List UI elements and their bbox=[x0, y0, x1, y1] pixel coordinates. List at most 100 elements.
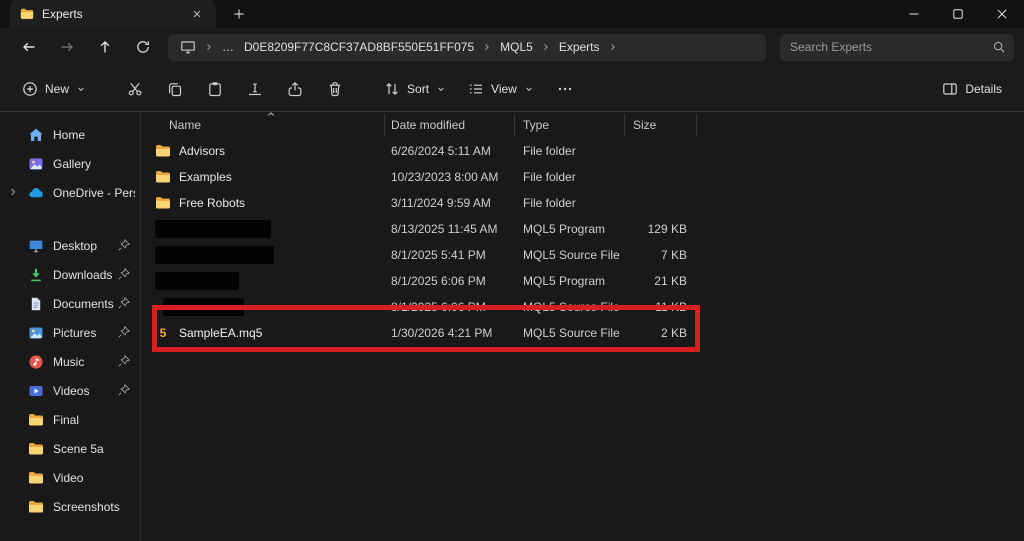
sidebar-item-video[interactable]: Video bbox=[0, 463, 140, 492]
file-type: MQL5 Source File bbox=[523, 248, 620, 262]
sidebar-item-pictures[interactable]: Pictures bbox=[0, 318, 140, 347]
new-button[interactable]: New bbox=[12, 73, 96, 105]
share-button[interactable] bbox=[276, 73, 314, 105]
search-box[interactable] bbox=[780, 33, 1014, 61]
chevron-right-icon[interactable] bbox=[539, 41, 553, 53]
chevron-down-icon bbox=[436, 84, 446, 94]
folder-icon bbox=[28, 499, 44, 515]
file-type: MQL5 Program bbox=[523, 222, 606, 236]
up-button[interactable] bbox=[86, 32, 124, 62]
column-header-label: Type bbox=[523, 118, 550, 132]
details-button-label: Details bbox=[965, 81, 1002, 96]
column-header-label: Name bbox=[169, 118, 202, 132]
file-row-redacted[interactable]: 8/13/2025 11:45 AM MQL5 Program 129 KB bbox=[153, 216, 1024, 242]
breadcrumb-this-pc[interactable] bbox=[176, 36, 200, 59]
breadcrumb-ellipsis[interactable]: … bbox=[218, 36, 238, 59]
breadcrumb-experts[interactable]: Experts bbox=[555, 36, 604, 59]
folder-icon bbox=[155, 169, 171, 185]
search-icon[interactable] bbox=[992, 40, 1006, 54]
file-type: File folder bbox=[523, 144, 576, 158]
file-date: 8/1/2025 6:06 PM bbox=[391, 274, 486, 288]
file-row-advisors[interactable]: Advisors 6/26/2024 5:11 AM File folder bbox=[153, 138, 1024, 164]
file-size: 2 KB bbox=[660, 326, 687, 340]
redaction-bar bbox=[155, 246, 274, 264]
pin-icon bbox=[117, 383, 131, 397]
sidebar-item-label: Video bbox=[53, 470, 84, 485]
sort-button[interactable]: Sort bbox=[374, 73, 456, 105]
pin-icon bbox=[117, 296, 131, 310]
details-button[interactable]: Details bbox=[932, 73, 1012, 105]
column-header-type[interactable]: Type bbox=[515, 114, 625, 136]
file-size: 7 KB bbox=[660, 248, 687, 262]
sidebar-item-label: Documents bbox=[53, 296, 114, 311]
folder-icon bbox=[28, 441, 44, 457]
file-row-redacted[interactable]: 8/1/2025 6:06 PM MQL5 Program 21 KB bbox=[153, 268, 1024, 294]
tab-experts[interactable]: Experts bbox=[10, 0, 216, 28]
copy-button[interactable] bbox=[156, 73, 194, 105]
pin-icon bbox=[117, 354, 131, 368]
sidebar-item-documents[interactable]: Documents bbox=[0, 289, 140, 318]
sidebar-item-final[interactable]: Final bbox=[0, 405, 140, 434]
sidebar-item-music[interactable]: Music bbox=[0, 347, 140, 376]
file-size: 129 KB bbox=[647, 222, 687, 236]
sidebar-item-scene-5a[interactable]: Scene 5a bbox=[0, 434, 140, 463]
folder-icon bbox=[155, 195, 171, 211]
maximize-button[interactable] bbox=[936, 0, 980, 28]
file-date: 10/23/2023 8:00 AM bbox=[391, 170, 499, 184]
back-button[interactable] bbox=[10, 32, 48, 62]
plus-circle-icon bbox=[22, 81, 38, 97]
new-tab-button[interactable] bbox=[228, 3, 250, 25]
breadcrumb-guid[interactable]: D0E8209F77C8CF37AD8BF550E51FF075 bbox=[240, 36, 478, 59]
sidebar-item-home[interactable]: Home bbox=[0, 120, 140, 149]
file-row-examples[interactable]: Examples 10/23/2023 8:00 AM File folder bbox=[153, 164, 1024, 190]
file-row-redacted[interactable]: 8/1/2025 6:06 PM MQL5 Source File 11 KB bbox=[153, 294, 1024, 320]
refresh-button[interactable] bbox=[124, 32, 162, 62]
file-date: 1/30/2026 4:21 PM bbox=[391, 326, 493, 340]
sidebar-item-label: Screenshots bbox=[53, 499, 120, 514]
more-options-button[interactable] bbox=[546, 73, 584, 105]
file-row-sampleea[interactable]: 5 SampleEA.mq5 1/30/2026 4:21 PM MQL5 So… bbox=[153, 320, 1024, 346]
window-controls bbox=[892, 0, 1024, 28]
redaction-bar bbox=[155, 272, 239, 290]
sidebar-item-gallery[interactable]: Gallery bbox=[0, 149, 140, 178]
chevron-right-icon[interactable] bbox=[480, 41, 494, 53]
sidebar-item-onedrive[interactable]: OneDrive - Persona bbox=[0, 178, 140, 207]
cut-button[interactable] bbox=[116, 73, 154, 105]
tab-close-icon[interactable] bbox=[186, 3, 208, 25]
tab-label: Experts bbox=[42, 7, 83, 21]
view-button[interactable]: View bbox=[458, 73, 544, 105]
breadcrumb-mql5[interactable]: MQL5 bbox=[496, 36, 537, 59]
column-header-size[interactable]: Size bbox=[625, 114, 697, 136]
column-header-date-modified[interactable]: Date modified bbox=[385, 114, 515, 136]
file-row-redacted[interactable]: 8/1/2025 5:41 PM MQL5 Source File 7 KB bbox=[153, 242, 1024, 268]
address-bar[interactable]: … D0E8209F77C8CF37AD8BF550E51FF075 MQL5 … bbox=[168, 33, 766, 61]
minimize-button[interactable] bbox=[892, 0, 936, 28]
sidebar-item-desktop[interactable]: Desktop bbox=[0, 231, 140, 260]
close-button[interactable] bbox=[980, 0, 1024, 28]
command-toolbar: New Sort View Details bbox=[0, 66, 1024, 112]
search-input[interactable] bbox=[790, 40, 992, 54]
sidebar: Home Gallery OneDrive - Persona Desktop … bbox=[0, 112, 141, 541]
main-area: Home Gallery OneDrive - Persona Desktop … bbox=[0, 112, 1024, 541]
chevron-expand-icon[interactable] bbox=[7, 186, 19, 198]
sidebar-item-label: Music bbox=[53, 354, 85, 369]
sidebar-item-downloads[interactable]: Downloads bbox=[0, 260, 140, 289]
gallery-icon bbox=[28, 156, 44, 172]
file-type: File folder bbox=[523, 170, 576, 184]
sidebar-item-label: Final bbox=[53, 412, 80, 427]
delete-button[interactable] bbox=[316, 73, 354, 105]
file-name: SampleEA.mq5 bbox=[179, 326, 263, 340]
column-header-name[interactable]: Name bbox=[153, 112, 385, 136]
rename-button[interactable] bbox=[236, 73, 274, 105]
forward-button[interactable] bbox=[48, 32, 86, 62]
file-list-pane: Name Date modified Type Size Advisors 6/… bbox=[141, 112, 1024, 541]
file-row-free-robots[interactable]: Free Robots 3/11/2024 9:59 AM File folde… bbox=[153, 190, 1024, 216]
paste-button[interactable] bbox=[196, 73, 234, 105]
sidebar-item-label: Scene 5a bbox=[53, 441, 104, 456]
file-name: Examples bbox=[179, 170, 232, 184]
downloads-icon bbox=[28, 267, 44, 283]
chevron-right-icon[interactable] bbox=[606, 41, 620, 53]
chevron-right-icon[interactable] bbox=[202, 41, 216, 53]
sidebar-item-screenshots[interactable]: Screenshots bbox=[0, 492, 140, 521]
sidebar-item-videos[interactable]: Videos bbox=[0, 376, 140, 405]
